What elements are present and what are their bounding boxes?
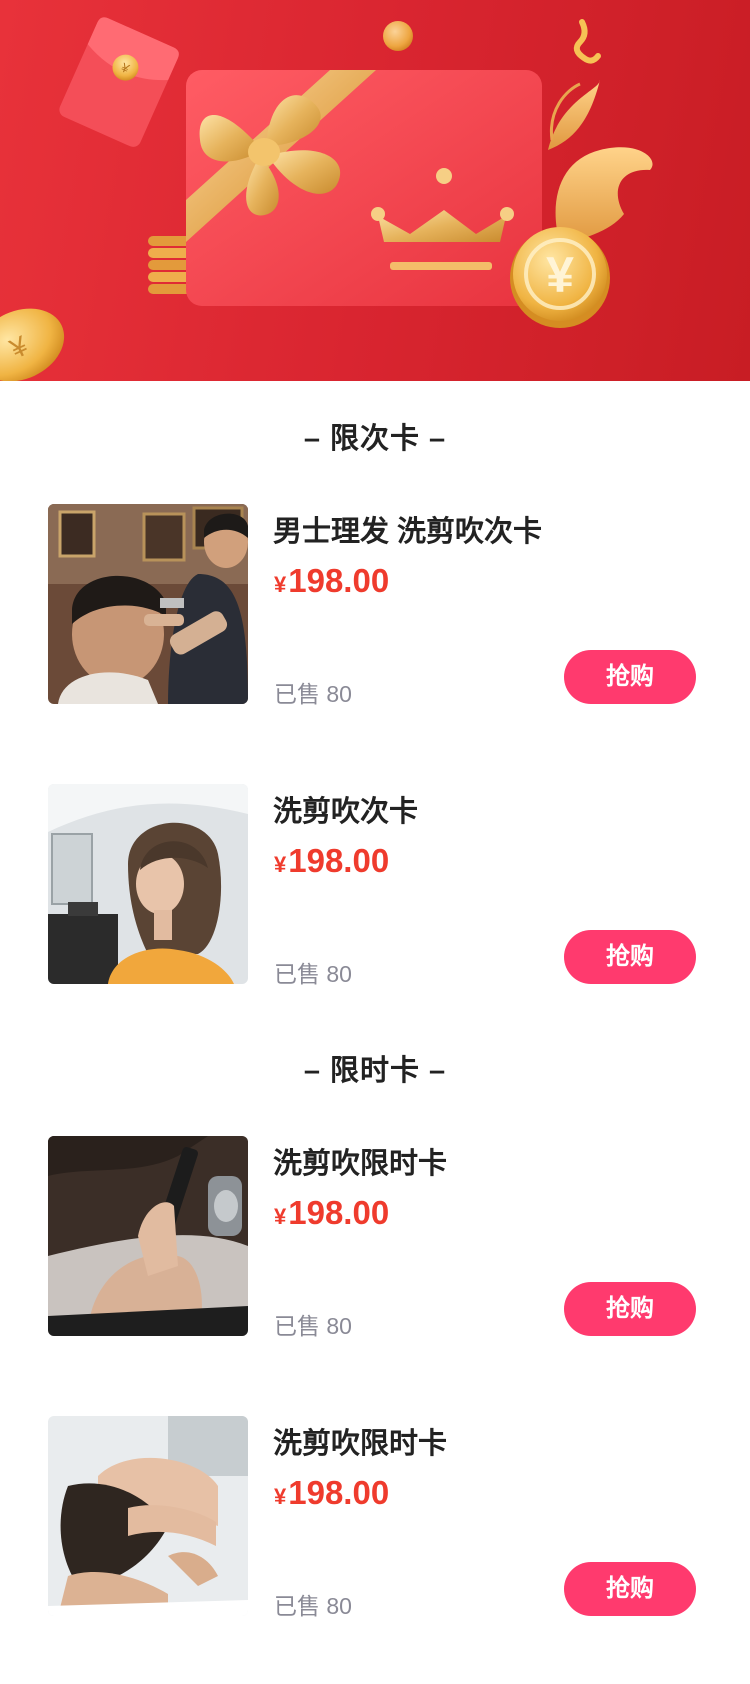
product-image-salon-woman [48, 784, 248, 984]
buy-button[interactable]: 抢购 [564, 1282, 696, 1336]
buy-button[interactable]: 抢购 [564, 650, 696, 704]
sold-count: 已售 80 [274, 961, 352, 987]
product-image-hair-wash [48, 1416, 248, 1616]
product-image-haircut-comb [48, 1136, 248, 1336]
sold-count: 已售 80 [274, 1313, 352, 1339]
section-title-limited-times: – 限次卡 – [303, 423, 447, 455]
product-name: 洗剪吹次卡 [273, 796, 419, 828]
product-name: 洗剪吹限时卡 [273, 1428, 448, 1460]
product-name: 洗剪吹限时卡 [273, 1148, 448, 1180]
sold-count: 已售 80 [274, 1593, 352, 1619]
product-card[interactable]: 男士理发 洗剪吹次卡 ¥198.00 已售 80 抢购 [48, 504, 702, 707]
price-currency: ¥ [274, 1204, 287, 1229]
leaf-decoration-icon [548, 80, 653, 244]
product-card[interactable]: 洗剪吹限时卡 ¥198.00 已售 80 抢购 [48, 1416, 702, 1619]
red-envelope-icon: ¥ [59, 17, 179, 147]
section-title-limited-time: – 限时卡 – [303, 1055, 447, 1087]
product-price: ¥198.00 [274, 842, 389, 880]
price-currency: ¥ [274, 852, 287, 877]
price-amount: 198.00 [288, 842, 390, 879]
product-image-barber [48, 504, 248, 704]
buy-button[interactable]: 抢购 [564, 1562, 696, 1616]
price-amount: 198.00 [288, 562, 390, 599]
gift-card-illustration: ¥ ¥ ¥ [0, 17, 653, 381]
product-card[interactable]: 洗剪吹限时卡 ¥198.00 已售 80 抢购 [48, 1136, 702, 1339]
product-price: ¥198.00 [274, 562, 389, 600]
promo-banner: ¥ ¥ ¥ [0, 0, 750, 381]
product-price: ¥198.00 [274, 1194, 389, 1232]
product-card[interactable]: 洗剪吹次卡 ¥198.00 已售 80 抢购 [48, 784, 702, 987]
price-amount: 198.00 [288, 1194, 390, 1231]
coin-symbol: ¥ [546, 247, 574, 303]
sold-count: 已售 80 [274, 681, 352, 707]
price-amount: 198.00 [288, 1474, 390, 1511]
price-currency: ¥ [274, 1484, 287, 1509]
product-name: 男士理发 洗剪吹次卡 [273, 516, 543, 548]
buy-button[interactable]: 抢购 [564, 930, 696, 984]
product-price: ¥198.00 [274, 1474, 389, 1512]
price-currency: ¥ [274, 572, 287, 597]
